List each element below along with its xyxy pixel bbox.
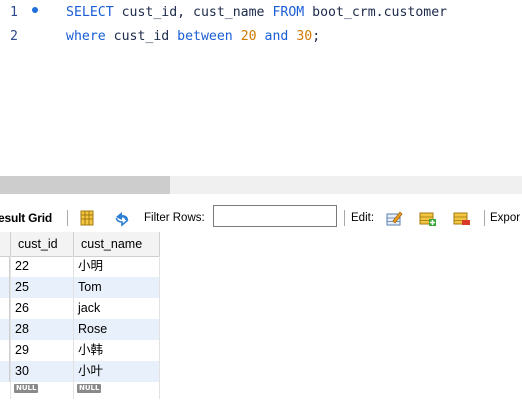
column-divider [73,256,74,399]
cell-cust-name[interactable]: Tom [78,277,102,298]
cell-cust-id[interactable]: 26 [15,298,29,319]
editor-horizontal-scrollbar[interactable] [0,176,522,194]
line-number: 2 [10,28,18,44]
toolbar-divider [484,210,485,226]
cell-cust-id[interactable]: 28 [15,319,29,340]
line-number: 1 [10,4,18,20]
cell-cust-name[interactable]: 小叶 [78,361,103,382]
sql-text: ; [312,28,321,44]
sql-text: cust_id [105,28,178,44]
edit-current-row-icon[interactable] [385,209,403,227]
filter-rows-input[interactable] [213,205,337,227]
cell-cust-id[interactable]: 30 [15,361,29,382]
cell-cust-id[interactable]: 25 [15,277,29,298]
result-grid-tab[interactable]: esult Grid [0,211,52,225]
column-header-cust-name[interactable]: cust_name [74,232,160,256]
grid-view-icon[interactable] [78,209,96,227]
refresh-icon[interactable] [113,209,131,227]
null-badge-cust-id: NULL [14,384,39,393]
cell-cust-id[interactable]: 29 [15,340,29,361]
statement-marker-icon [32,7,38,13]
table-row[interactable]: 22 小明 [0,256,160,277]
insert-row-icon[interactable] [418,209,436,227]
row-header[interactable] [0,298,10,319]
toolbar-divider [67,210,68,226]
cell-cust-name[interactable]: 小明 [78,256,103,277]
row-header[interactable] [0,277,10,298]
sql-keyword: between [177,28,233,44]
mysql-workbench-query-view: 1 SELECT cust_id, cust_name FROM boot_cr… [0,0,522,401]
grid-header: cust_id cust_name [0,232,160,257]
sql-text: boot_crm.customer [304,4,448,20]
row-header[interactable] [0,319,10,340]
column-header-cust-id[interactable]: cust_id [11,232,74,256]
column-divider [10,256,11,399]
cell-cust-name[interactable]: jack [78,298,100,319]
delete-row-icon[interactable] [452,209,470,227]
sql-text: cust_id, cust_name [113,4,273,20]
edit-label: Edit: [351,212,375,224]
table-row[interactable]: 25 Tom [0,277,160,298]
toolbar-divider [344,210,345,226]
table-row[interactable]: 30 小叶 [0,361,160,382]
export-label[interactable]: Expor [490,212,520,224]
row-header[interactable] [0,256,10,277]
sql-number: 30 [296,28,313,44]
table-row[interactable]: 28 Rose [0,319,160,340]
sql-keyword: FROM [272,4,305,20]
row-header[interactable] [0,361,10,382]
cell-cust-id[interactable]: 22 [15,256,29,277]
row-header[interactable] [0,340,10,361]
table-row[interactable]: 29 小韩 [0,340,160,361]
sql-editor[interactable]: 1 SELECT cust_id, cust_name FROM boot_cr… [0,0,522,170]
row-header-corner [0,232,11,256]
scrollbar-thumb[interactable] [0,176,170,194]
null-badge-cust-name: NULL [77,384,102,393]
filter-rows-label: Filter Rows: [144,212,205,224]
result-grid[interactable]: cust_id cust_name 22 小明 25 Tom 26 jack 28 Rose 2… [0,232,522,401]
sql-keyword: where [66,28,106,44]
column-divider [159,256,160,399]
sql-keyword: and [264,28,289,44]
sql-code[interactable]: SELECT cust_id, cust_name FROM boot_crm.… [66,5,447,20]
result-toolbar: esult Grid Filter Rows: Edit: Expor [0,204,522,232]
table-row[interactable]: 26 jack [0,298,160,319]
sql-code[interactable]: where cust_id between 20 and 30; [66,29,320,44]
sql-number: 20 [240,28,257,44]
sql-keyword: SELECT [66,4,114,20]
cell-cust-name[interactable]: Rose [78,319,107,340]
cell-cust-name[interactable]: 小韩 [78,340,103,361]
